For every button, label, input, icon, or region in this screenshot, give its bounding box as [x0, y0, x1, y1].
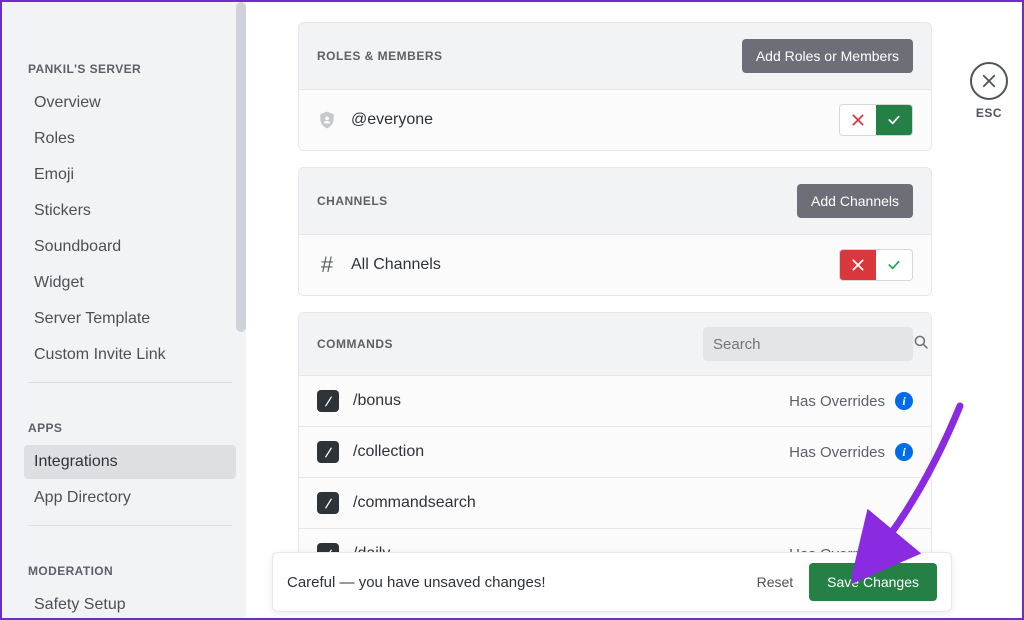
close-panel: ESC [970, 62, 1008, 120]
sidebar-divider [28, 525, 232, 526]
sidebar-item-integrations[interactable]: Integrations [24, 445, 236, 479]
channels-allow-button[interactable] [876, 250, 912, 280]
sidebar-divider [28, 382, 232, 383]
slash-command-icon [317, 390, 339, 412]
command-name: /bonus [353, 392, 789, 410]
override-label: Has Overrides [789, 444, 885, 461]
command-row[interactable]: /commandsearch [299, 477, 931, 528]
info-icon: i [895, 443, 913, 461]
sidebar-item-roles[interactable]: Roles [24, 122, 236, 156]
save-changes-button[interactable]: Save Changes [809, 563, 937, 601]
command-name: /commandsearch [353, 494, 913, 512]
channels-title: CHANNELS [317, 194, 388, 208]
sidebar-item-custom-invite-link[interactable]: Custom Invite Link [24, 338, 236, 372]
main-content: ROLES & MEMBERS Add Roles or Members @ev… [298, 22, 932, 580]
commands-search[interactable] [703, 327, 913, 361]
roles-row-everyone: @everyone [299, 89, 931, 150]
sidebar: PANKIL'S SERVER OverviewRolesEmojiSticke… [2, 2, 246, 618]
roles-row-label: @everyone [351, 111, 839, 129]
commands-title: COMMANDS [317, 337, 393, 351]
roles-members-card: ROLES & MEMBERS Add Roles or Members @ev… [298, 22, 932, 151]
command-row[interactable]: /bonusHas Overrides i [299, 375, 931, 426]
check-icon [886, 112, 902, 128]
roles-allow-button[interactable] [876, 105, 912, 135]
channels-row-all: # All Channels [299, 234, 931, 295]
esc-label: ESC [970, 106, 1008, 120]
roles-deny-button[interactable] [840, 105, 876, 135]
hash-icon: # [317, 255, 337, 275]
slash-command-icon [317, 441, 339, 463]
sidebar-server-title: PANKIL'S SERVER [28, 62, 236, 76]
command-row[interactable]: /collectionHas Overrides i [299, 426, 931, 477]
x-icon [850, 112, 866, 128]
x-icon [850, 257, 866, 273]
slash-command-icon [317, 492, 339, 514]
sidebar-item-soundboard[interactable]: Soundboard [24, 230, 236, 264]
sidebar-item-emoji[interactable]: Emoji [24, 158, 236, 192]
close-icon [980, 72, 998, 90]
unsaved-text: Careful — you have unsaved changes! [287, 574, 741, 591]
add-channels-button[interactable]: Add Channels [797, 184, 913, 218]
sidebar-item-stickers[interactable]: Stickers [24, 194, 236, 228]
channels-deny-button[interactable] [840, 250, 876, 280]
roles-members-title: ROLES & MEMBERS [317, 49, 443, 63]
search-input[interactable] [713, 336, 912, 353]
sidebar-item-server-template[interactable]: Server Template [24, 302, 236, 336]
reset-button[interactable]: Reset [741, 566, 810, 598]
shield-icon [317, 110, 337, 130]
search-icon [912, 333, 930, 356]
info-icon: i [895, 392, 913, 410]
channels-card: CHANNELS Add Channels # All Channels [298, 167, 932, 296]
sidebar-item-widget[interactable]: Widget [24, 266, 236, 300]
commands-card: COMMANDS /bonusHas Overridesi/collection… [298, 312, 932, 580]
override-label: Has Overrides [789, 393, 885, 410]
sidebar-item-app-directory[interactable]: App Directory [24, 481, 236, 515]
command-name: /collection [353, 443, 789, 461]
sidebar-item-safety-setup[interactable]: Safety Setup [24, 588, 236, 618]
unsaved-changes-bar: Careful — you have unsaved changes! Rese… [272, 552, 952, 612]
close-button[interactable] [970, 62, 1008, 100]
add-roles-members-button[interactable]: Add Roles or Members [742, 39, 913, 73]
channels-row-label: All Channels [351, 256, 839, 274]
channels-permission-toggle [839, 249, 913, 281]
check-icon [886, 257, 902, 273]
sidebar-apps-title: APPS [28, 421, 236, 435]
sidebar-item-overview[interactable]: Overview [24, 86, 236, 120]
sidebar-mod-title: MODERATION [28, 564, 236, 578]
roles-permission-toggle [839, 104, 913, 136]
